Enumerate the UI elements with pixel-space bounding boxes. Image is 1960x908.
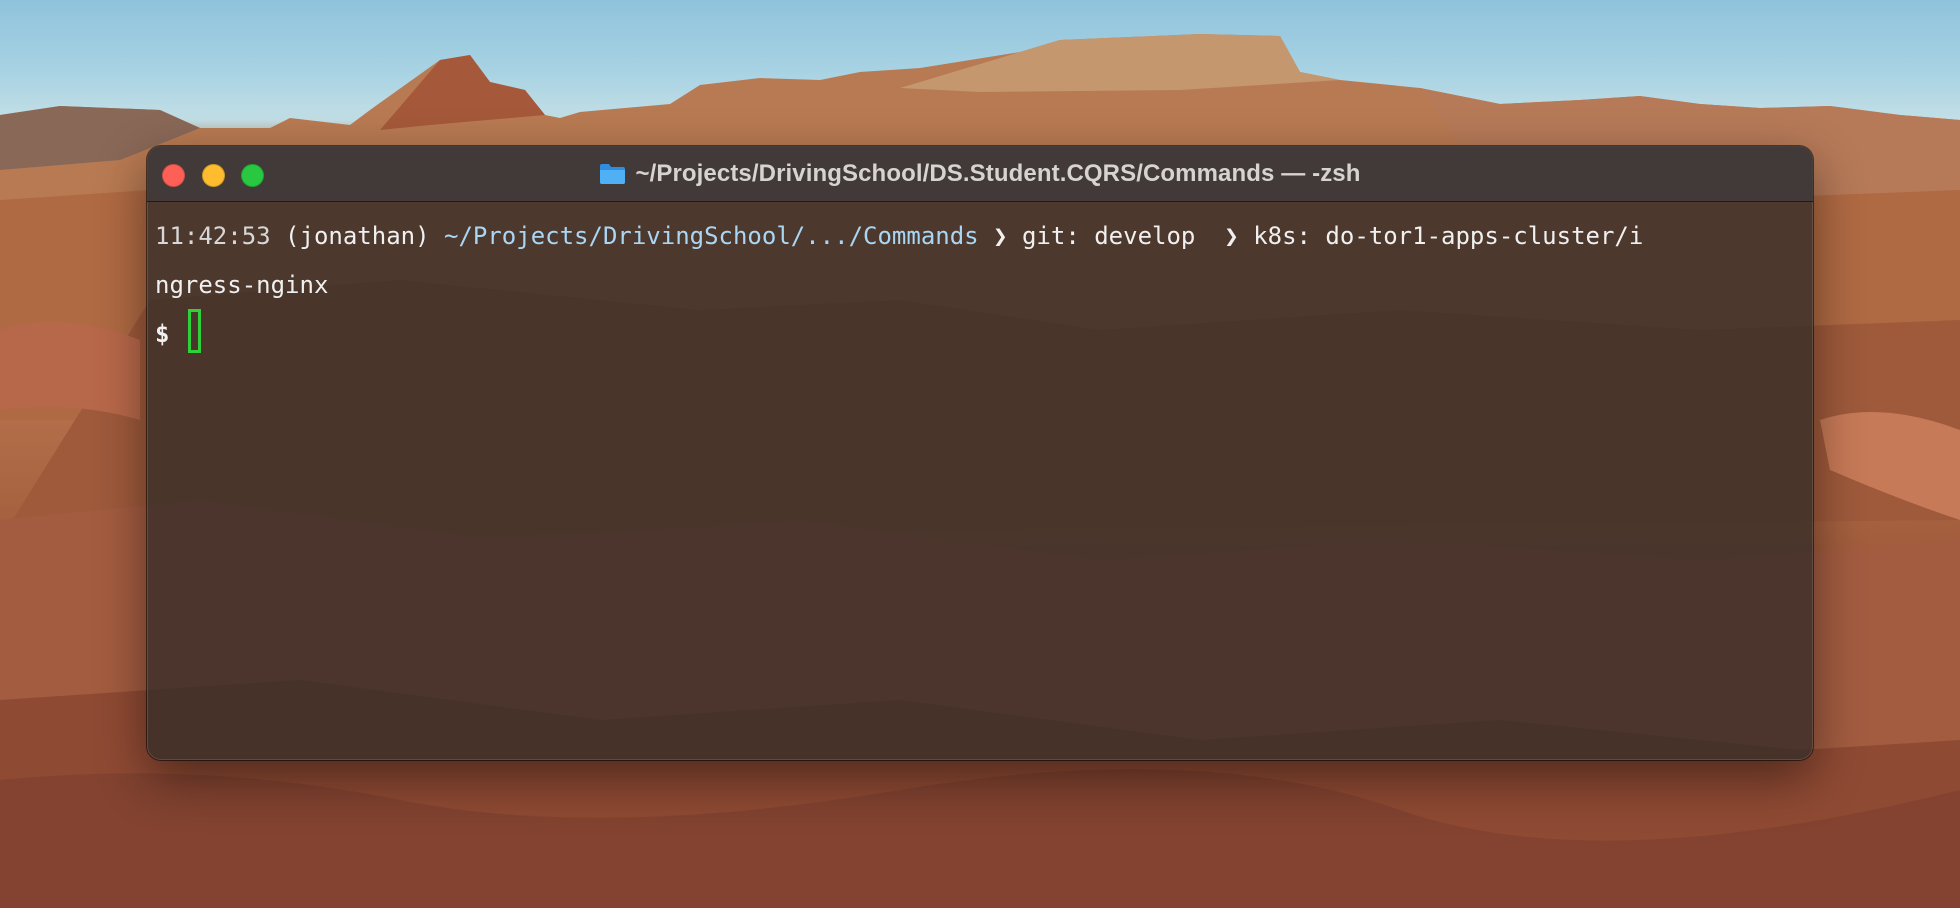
folder-icon: [599, 163, 626, 185]
text-cursor[interactable]: [187, 309, 201, 353]
prompt-separator: ❯: [1224, 222, 1239, 250]
k8s-context-wrap: ngress-nginx: [155, 271, 329, 299]
prompt-separator: ❯: [993, 222, 1008, 250]
prompt-path: ~/Projects/DrivingSchool/.../Commands: [444, 222, 979, 250]
prompt-time: 11:42:53: [155, 222, 271, 250]
prompt-line: 11:42:53 (jonathan) ~/Projects/DrivingSc…: [155, 216, 1643, 256]
k8s-context-segment: k8s: do-tor1-apps-cluster/i: [1253, 222, 1644, 250]
window-title-group: ~/Projects/DrivingSchool/DS.Student.CQRS…: [147, 146, 1813, 201]
prompt-line-wrap: ngress-nginx: [155, 265, 328, 305]
window-title: ~/Projects/DrivingSchool/DS.Student.CQRS…: [635, 159, 1361, 187]
terminal-window[interactable]: ~/Projects/DrivingSchool/DS.Student.CQRS…: [147, 146, 1813, 760]
git-branch-segment: git: develop: [1021, 222, 1196, 250]
input-line[interactable]: $: [155, 309, 201, 353]
prompt-symbol: $: [155, 320, 170, 348]
terminal-content[interactable]: 11:42:53 (jonathan) ~/Projects/DrivingSc…: [155, 201, 1805, 760]
title-bar[interactable]: ~/Projects/DrivingSchool/DS.Student.CQRS…: [147, 146, 1813, 202]
prompt-user: (jonathan): [285, 222, 430, 250]
